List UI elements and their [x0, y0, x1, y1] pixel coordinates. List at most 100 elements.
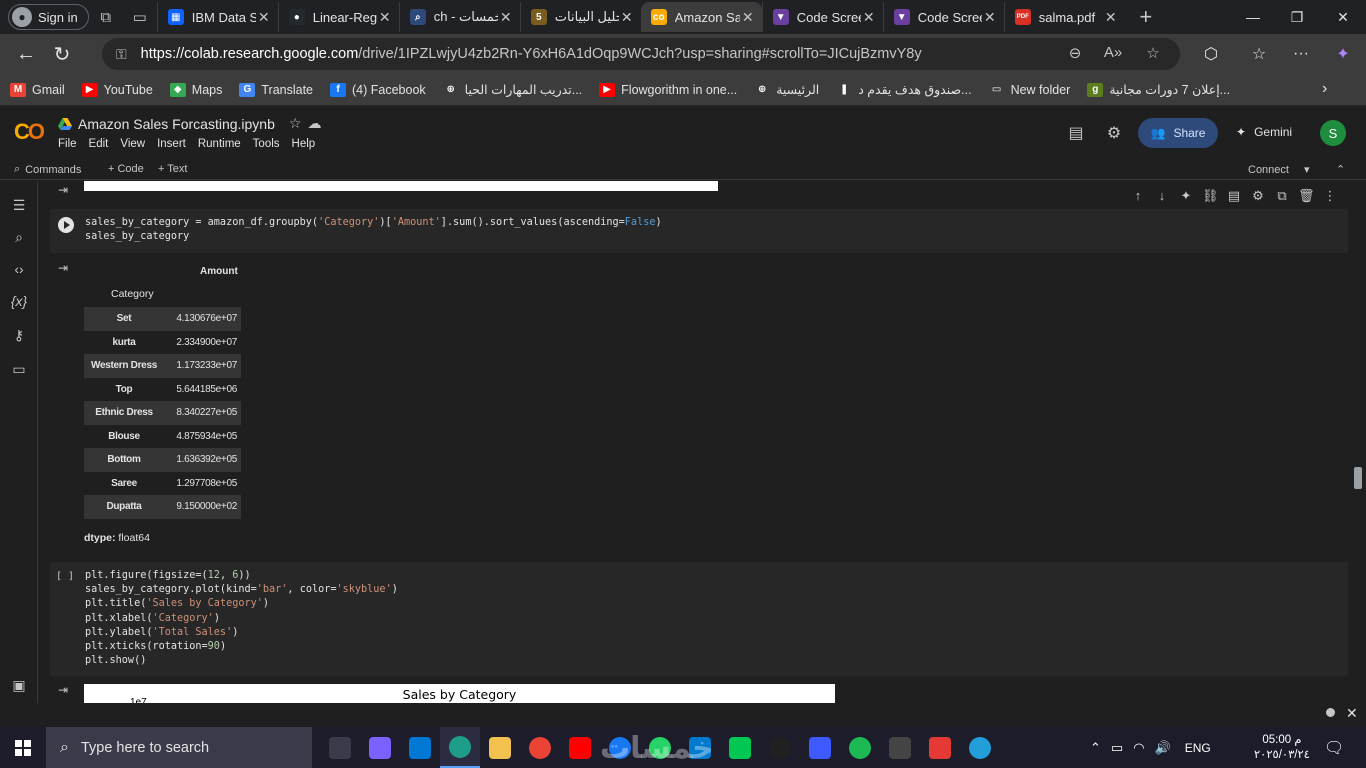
tab-close-icon[interactable]: ✕ [1103, 9, 1119, 26]
extensions-icon[interactable]: ⬡ [1196, 38, 1226, 70]
favorite-star-icon[interactable]: ☆ [1142, 44, 1164, 64]
find-icon[interactable]: ⌕ [9, 229, 29, 249]
menu-item[interactable]: Tools [253, 138, 280, 150]
browser-tab[interactable]: ▦ IBM Data S ✕ [156, 2, 278, 32]
user-avatar[interactable]: S [1320, 120, 1346, 146]
browser-tab[interactable]: 5 تحليل البيانات✕ [519, 2, 641, 32]
chrome-app-icon[interactable] [520, 727, 560, 768]
task-view-app-icon[interactable] [320, 727, 360, 768]
close-status-icon[interactable]: ✕ [1346, 705, 1358, 722]
comment-icon[interactable]: ▤ [1226, 188, 1242, 204]
read-aloud-icon[interactable]: A» [1102, 44, 1124, 64]
menu-item[interactable]: Edit [89, 138, 109, 150]
browser-tab[interactable]: ▼ Code Scree ✕ [882, 2, 1004, 32]
move-down-arrow-icon[interactable]: ↓ [1154, 188, 1170, 204]
bookmark-item[interactable]: ⊕ تدريب المهارات الحيا... [442, 82, 582, 97]
bookmark-item[interactable]: g إعلان 7 دورات مجانية... [1087, 82, 1230, 97]
link-icon[interactable]: ⛓ [1202, 188, 1219, 204]
comments-icon[interactable]: ▤ [1064, 123, 1088, 147]
execution-count[interactable]: [ ] [56, 571, 74, 582]
browser-tab[interactable]: ⌕ ch - خمسات✕ [398, 2, 520, 32]
menu-item[interactable]: Help [292, 138, 316, 150]
delete-trash-icon[interactable]: 🗑 [1298, 188, 1315, 204]
workspaces-icon[interactable]: ⧉ [89, 3, 123, 31]
cell-settings-gear-icon[interactable]: ⚙ [1250, 188, 1266, 204]
app-red-app-icon[interactable] [920, 727, 960, 768]
collapse-header-icon[interactable]: ⌃ [1336, 163, 1345, 176]
bookmark-item[interactable]: ◆ Maps [169, 82, 222, 97]
bookmark-item[interactable]: ❚ صندوق هدف يقدم د... [836, 82, 972, 97]
spotify-app-icon[interactable] [840, 727, 880, 768]
output-toggle-icon[interactable]: ⇥ [58, 183, 68, 197]
run-cell-play-icon[interactable] [58, 217, 74, 233]
variables-icon[interactable]: {x} [9, 293, 29, 313]
battery-icon[interactable]: ▭ [1111, 740, 1123, 756]
copilot-app-icon[interactable] [360, 727, 400, 768]
store-app-icon[interactable] [400, 727, 440, 768]
tab-close-icon[interactable]: ✕ [861, 9, 877, 26]
browser-tab[interactable]: ▼ Code Scree ✕ [761, 2, 883, 32]
code-editor-1[interactable]: sales_by_category = amazon_df.groupby('C… [85, 216, 662, 244]
output-toggle-icon[interactable]: ⇥ [58, 261, 74, 275]
code-cell-2[interactable]: [ ] plt.figure(figsize=(12, 6)) sales_by_… [50, 562, 1348, 676]
table-of-contents-icon[interactable]: ☰ [9, 197, 29, 217]
tab-close-icon[interactable]: ✕ [740, 9, 756, 26]
move-up-arrow-icon[interactable]: ↑ [1130, 188, 1146, 204]
bookmark-item[interactable]: M Gmail [10, 82, 65, 97]
gemini-button[interactable]: ✦ Gemini [1236, 125, 1292, 139]
terminal-icon[interactable]: ▣ [9, 677, 29, 697]
bookmark-item[interactable]: G Translate [239, 82, 313, 97]
restore-icon[interactable]: ❐ [1274, 0, 1320, 34]
minimize-icon[interactable]: — [1230, 0, 1276, 34]
app-film-app-icon[interactable] [880, 727, 920, 768]
tab-close-icon[interactable]: ✕ [256, 9, 272, 26]
colab-logo[interactable]: CO [14, 119, 45, 145]
clock[interactable]: 05:00 م ٢٠٢٥/٠٣/٢٤ [1254, 727, 1310, 768]
tab-actions-icon[interactable]: ▭ [123, 3, 157, 31]
star-icon[interactable]: ☆ [289, 115, 302, 132]
zoom-icon[interactable]: ⊖ [1064, 44, 1086, 64]
app-circle-app-icon[interactable] [760, 727, 800, 768]
back-arrow-icon[interactable]: ← [8, 38, 44, 70]
close-window-icon[interactable]: ✕ [1320, 0, 1366, 34]
tray-chevron-up-icon[interactable]: ⌃ [1090, 740, 1101, 756]
new-tab-button[interactable]: + [1131, 3, 1161, 31]
tab-close-icon[interactable]: ✕ [498, 9, 514, 26]
code-cell-1[interactable]: sales_by_category = amazon_df.groupby('C… [50, 209, 1348, 253]
refresh-icon[interactable]: ↻ [44, 38, 80, 70]
notifications-icon[interactable]: 🗨 [1324, 727, 1344, 768]
favorites-icon[interactable]: ☆ [1244, 38, 1274, 70]
more-vert-icon[interactable]: ⋮ [1322, 188, 1338, 204]
wifi-icon[interactable]: ◠ [1133, 740, 1144, 756]
menu-item[interactable]: Insert [157, 138, 186, 150]
language-indicator[interactable]: ENG [1185, 741, 1211, 755]
bookmarks-overflow-chevron-icon[interactable]: › [1322, 80, 1327, 98]
share-button[interactable]: 👥 Share [1138, 118, 1218, 148]
app-green-app-icon[interactable] [720, 727, 760, 768]
notebook-title[interactable]: Amazon Sales Forcasting.ipynb [78, 116, 275, 132]
menu-item[interactable]: Runtime [198, 138, 241, 150]
more-menu-icon[interactable]: ··· [1286, 38, 1316, 70]
bookmark-item[interactable]: ▶ YouTube [81, 82, 153, 97]
copilot-icon[interactable]: ✦ [1328, 38, 1358, 70]
add-text-button[interactable]: + Text [158, 163, 187, 175]
youtube-app-icon[interactable] [560, 727, 600, 768]
code-snippets-icon[interactable]: ‹› [9, 261, 29, 281]
menu-item[interactable]: View [120, 138, 145, 150]
tab-close-icon[interactable]: ✕ [982, 9, 998, 26]
explorer-app-icon[interactable] [480, 727, 520, 768]
mirror-cell-icon[interactable]: ⧉ [1274, 188, 1290, 204]
tab-close-icon[interactable]: ✕ [619, 9, 635, 26]
bookmark-item[interactable]: ⊕ الرئيسية [754, 82, 819, 97]
settings-gear-icon[interactable]: ⚙ [1102, 123, 1126, 147]
telegram-app-icon[interactable] [960, 727, 1000, 768]
files-folder-icon[interactable]: ▭ [9, 361, 29, 381]
app-signal-app-icon[interactable] [800, 727, 840, 768]
browser-tab[interactable]: co Amazon Sa ✕ [640, 2, 762, 32]
code-editor-2[interactable]: plt.figure(figsize=(12, 6)) sales_by_cate… [85, 569, 398, 668]
commands-button[interactable]: ⌕ Commands [14, 163, 81, 176]
secrets-key-icon[interactable]: ⚷ [9, 327, 29, 347]
menu-item[interactable]: File [58, 138, 77, 150]
site-info-icon[interactable]: ⚿ [116, 46, 127, 63]
bookmark-item[interactable]: ▭ New folder [988, 82, 1070, 97]
